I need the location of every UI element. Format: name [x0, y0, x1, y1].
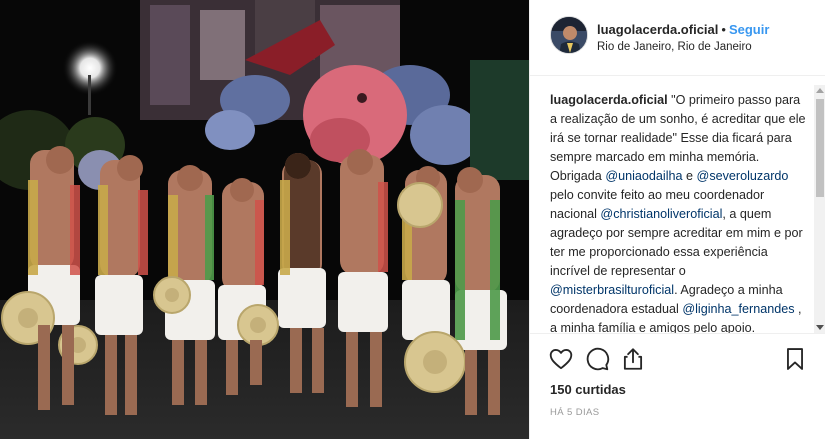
- caption: luagolacerda.oficial "O primeiro passo p…: [550, 91, 808, 333]
- mention-link[interactable]: @misterbrasilturoficial: [550, 283, 674, 297]
- header-username[interactable]: luagolacerda.oficial: [597, 22, 718, 37]
- bookmark-icon[interactable]: [782, 346, 808, 372]
- avatar-image: [551, 17, 587, 53]
- post-timestamp[interactable]: HÁ 5 DIAS: [550, 407, 600, 418]
- carnival-photo-illustration: [0, 0, 529, 439]
- scroll-up-arrow-icon[interactable]: [816, 88, 824, 93]
- mention-link[interactable]: @severoluzardo: [697, 169, 789, 183]
- mention-link[interactable]: @liginha_fernandes: [682, 302, 794, 316]
- comments-scrollbar[interactable]: [814, 85, 825, 333]
- header-line: luagolacerda.oficial • Seguir: [597, 22, 769, 37]
- scroll-down-arrow-icon[interactable]: [816, 325, 824, 330]
- avatar[interactable]: [550, 16, 588, 54]
- comment-icon[interactable]: [584, 346, 610, 372]
- instagram-post: luagolacerda.oficial • Seguir Rio de Janei…: [0, 0, 825, 439]
- header-separator: •: [721, 22, 726, 37]
- post-side-panel: luagolacerda.oficial • Seguir Rio de Janei…: [529, 0, 825, 439]
- heart-icon[interactable]: [548, 346, 574, 372]
- likes-count[interactable]: 150 curtidas: [550, 382, 626, 397]
- comments-area[interactable]: luagolacerda.oficial "O primeiro passo p…: [530, 77, 825, 333]
- share-icon[interactable]: [620, 346, 646, 372]
- action-bar: 150 curtidas HÁ 5 DIAS: [530, 333, 825, 439]
- mention-link[interactable]: @uniaodailha: [605, 169, 682, 183]
- post-photo[interactable]: [0, 0, 529, 439]
- mention-link[interactable]: @christianoliveroficial: [600, 207, 722, 221]
- follow-button[interactable]: Seguir: [729, 22, 769, 37]
- post-header: luagolacerda.oficial • Seguir Rio de Janei…: [530, 0, 825, 76]
- caption-text: e: [682, 169, 697, 183]
- scroll-thumb[interactable]: [816, 99, 824, 197]
- location-link[interactable]: Rio de Janeiro, Rio de Janeiro: [597, 41, 752, 53]
- caption-username[interactable]: luagolacerda.oficial: [550, 93, 668, 107]
